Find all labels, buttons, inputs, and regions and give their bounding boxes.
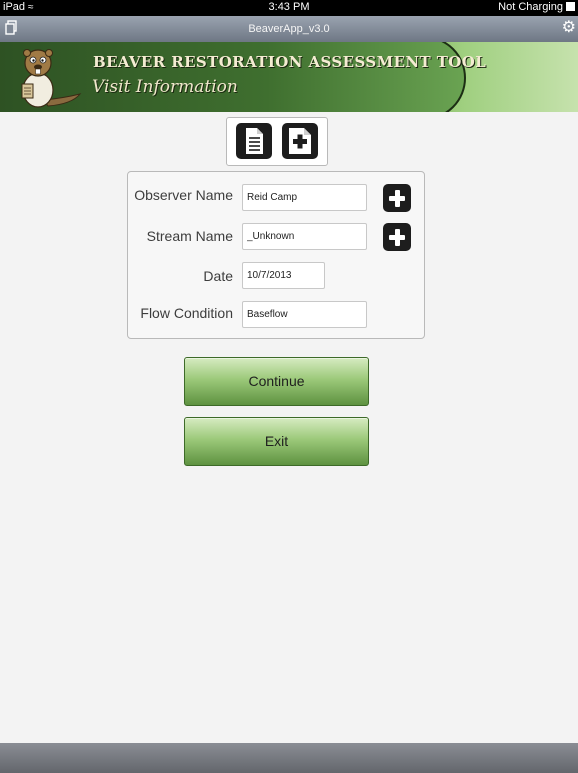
new-document-icon[interactable] [282,123,318,159]
continue-button[interactable]: Continue [184,357,369,406]
gear-icon[interactable]: ⚙ [562,20,576,36]
plus-icon-vertical [394,190,400,207]
flow-condition-field[interactable] [242,301,367,328]
banner-title: BEAVER RESTORATION ASSESSMENT TOOL [93,53,487,71]
exit-button[interactable]: Exit [184,417,369,466]
stream-name-label: Stream Name [146,228,233,244]
add-stream-button[interactable] [383,223,411,251]
app-titlebar: BeaverApp_v3.0 ⚙ [0,16,578,42]
add-observer-button[interactable] [383,184,411,212]
plus-icon-vertical [394,229,400,246]
bottom-toolbar [0,743,578,773]
app-title: BeaverApp_v3.0 [248,23,330,35]
document-icon[interactable] [236,123,272,159]
date-label: Date [203,268,233,284]
date-field[interactable] [242,262,325,289]
observer-name-label: Observer Name [134,187,233,203]
banner-subtitle: Visit Information [92,77,238,97]
battery-icon [566,2,575,11]
document-toolbar [226,117,328,166]
status-time: 3:43 PM [268,1,310,13]
beaver-logo-icon [21,49,82,108]
flow-condition-label: Flow Condition [140,305,233,321]
stream-name-field[interactable] [242,223,367,250]
status-bar: iPad ≈ 3:43 PM Not Charging [0,0,578,16]
header-banner: BEAVER RESTORATION ASSESSMENT TOOL Visit… [0,42,578,112]
battery-label: Not Charging [498,1,563,13]
observer-name-field[interactable] [242,184,367,211]
status-battery: Not Charging [498,1,575,13]
